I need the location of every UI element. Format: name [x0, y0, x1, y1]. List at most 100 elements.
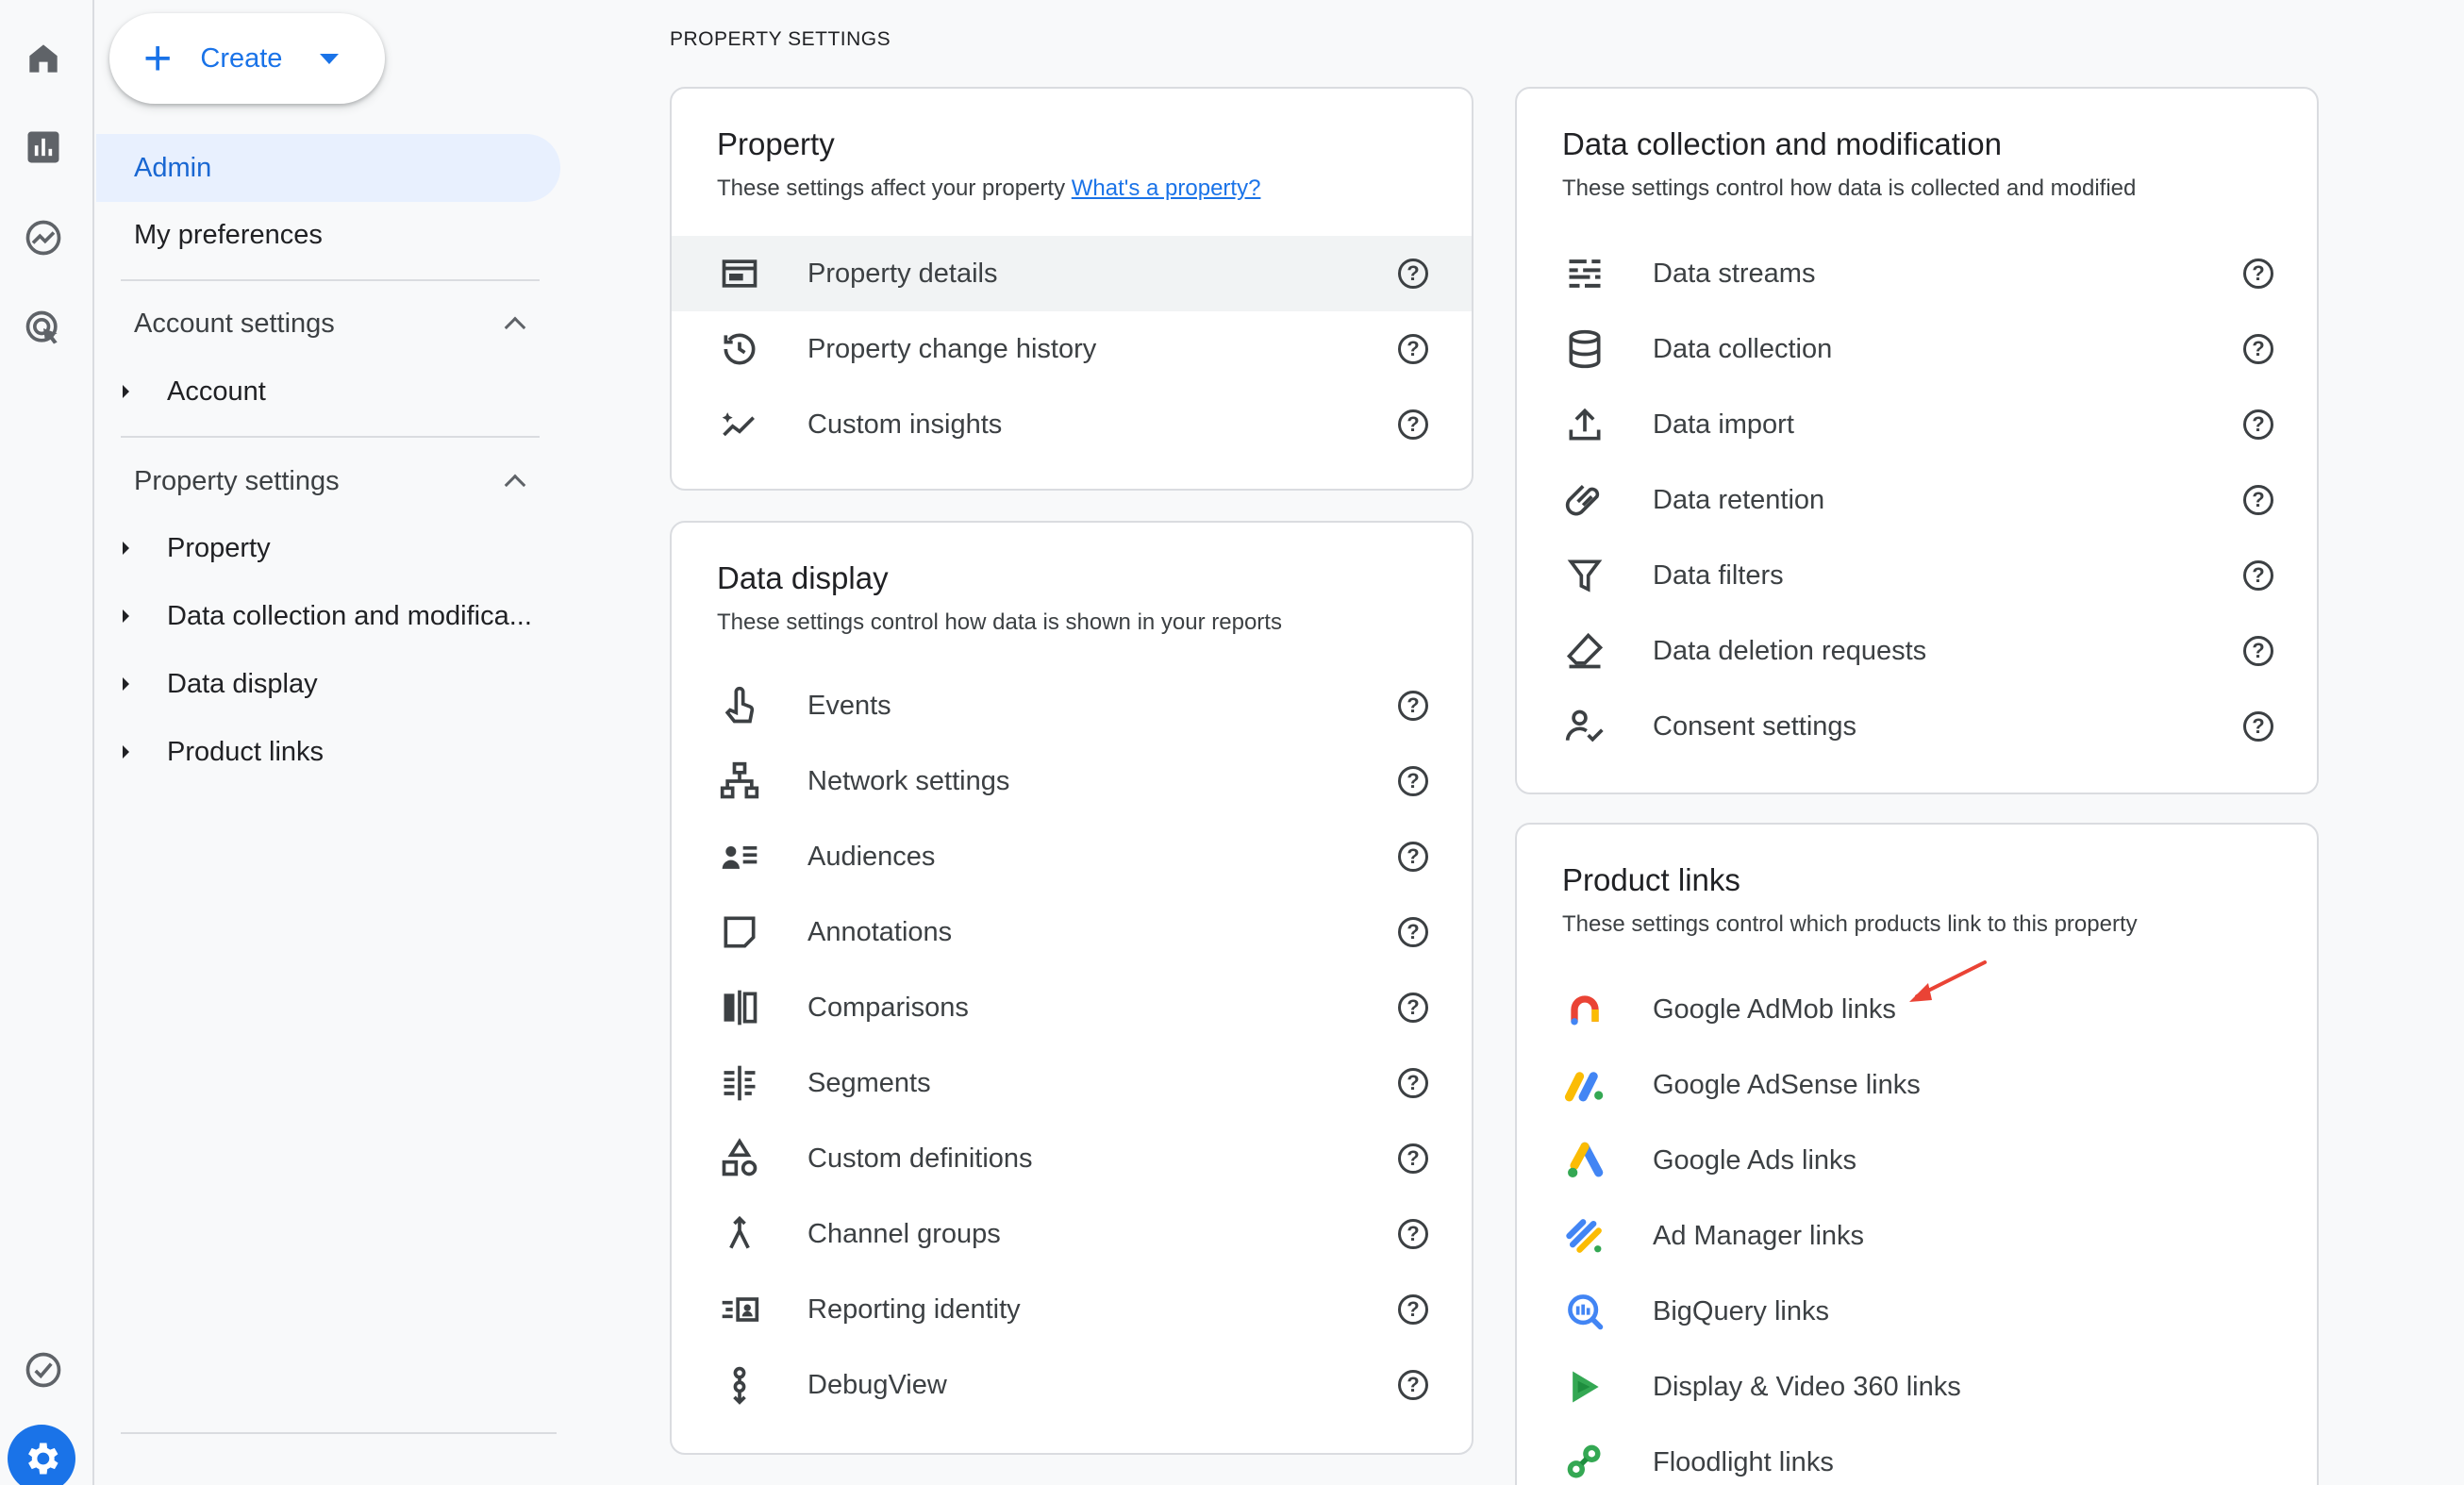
note-icon: [717, 909, 762, 955]
row-data-retention[interactable]: Data retention ?: [1517, 462, 2317, 538]
property-settings-label: Property settings: [134, 465, 340, 496]
row-data-streams[interactable]: Data streams ?: [1517, 236, 2317, 311]
admin-gear-icon[interactable]: [8, 1425, 75, 1485]
row-data-import[interactable]: Data import ?: [1517, 387, 2317, 462]
create-label: Create: [200, 42, 283, 74]
nav-data-display-label: Data display: [167, 668, 318, 699]
expand-arrow-icon: [123, 542, 129, 555]
nav-property[interactable]: Property: [117, 525, 271, 572]
row-label: Property change history: [807, 333, 1097, 364]
help-icon[interactable]: ?: [1398, 259, 1428, 289]
help-icon[interactable]: ?: [2243, 334, 2273, 364]
floodlight-icon: [1562, 1440, 1607, 1485]
account-settings-label: Account settings: [134, 308, 335, 339]
row-ad-manager-links[interactable]: Ad Manager links: [1517, 1198, 2317, 1274]
create-button[interactable]: + Create: [109, 13, 385, 104]
row-audiences[interactable]: Audiences ?: [672, 819, 1472, 894]
row-label: Property details: [807, 258, 998, 289]
row-data-filters[interactable]: Data filters ?: [1517, 538, 2317, 613]
row-label: Consent settings: [1653, 710, 1857, 742]
row-consent-settings[interactable]: Consent settings ?: [1517, 689, 2317, 764]
row-reporting-identity[interactable]: Reporting identity ?: [672, 1272, 1472, 1347]
row-custom-definitions[interactable]: Custom definitions ?: [672, 1121, 1472, 1196]
touch-icon: [717, 683, 762, 728]
expand-arrow-icon: [123, 745, 129, 759]
nav-data-collection[interactable]: Data collection and modifica...: [117, 592, 532, 640]
row-label: Google AdMob links: [1653, 993, 1896, 1025]
annotation-arrow-icon: [1909, 960, 1987, 1002]
row-display-video-360-links[interactable]: Display & Video 360 links: [1517, 1349, 2317, 1425]
paperclip-icon: [1562, 477, 1607, 523]
help-icon[interactable]: ?: [1398, 993, 1428, 1023]
help-icon[interactable]: ?: [1398, 334, 1428, 364]
row-label: Custom insights: [807, 409, 1003, 440]
row-floodlight-links[interactable]: Floodlight links: [1517, 1425, 2317, 1485]
row-label: Data filters: [1653, 559, 1784, 591]
card-title: Data collection and modification: [1562, 126, 2002, 161]
chevron-up-icon: [504, 316, 526, 339]
admob-icon: [1562, 987, 1607, 1032]
account-settings-section[interactable]: Account settings: [134, 300, 540, 347]
nav-admin[interactable]: Admin: [96, 134, 560, 202]
help-icon[interactable]: ?: [2243, 560, 2273, 591]
dropdown-caret-icon: [320, 53, 340, 64]
nav-data-collection-label: Data collection and modifica...: [167, 600, 532, 631]
help-icon[interactable]: ?: [2243, 259, 2273, 289]
row-comparisons[interactable]: Comparisons ?: [672, 970, 1472, 1045]
row-data-deletion-requests[interactable]: Data deletion requests ?: [1517, 613, 2317, 689]
row-label: Data deletion requests: [1653, 635, 1927, 666]
data-collection-card: Data collection and modification These s…: [1515, 87, 2319, 794]
advertising-icon[interactable]: [19, 304, 68, 353]
nav-divider: [121, 1432, 557, 1434]
row-google-adsense-links[interactable]: Google AdSense links: [1517, 1047, 2317, 1123]
row-property-details[interactable]: Property details ?: [672, 236, 1472, 311]
nav-data-display[interactable]: Data display: [117, 660, 318, 708]
row-property-change-history[interactable]: Property change history ?: [672, 311, 1472, 387]
check-circle-icon[interactable]: [19, 1345, 68, 1394]
help-icon[interactable]: ?: [2243, 711, 2273, 742]
row-label: Annotations: [807, 916, 953, 947]
help-icon[interactable]: ?: [1398, 1370, 1428, 1400]
row-google-ads-links[interactable]: Google Ads links: [1517, 1123, 2317, 1198]
row-bigquery-links[interactable]: BigQuery links: [1517, 1274, 2317, 1349]
help-icon[interactable]: ?: [1398, 917, 1428, 947]
help-icon[interactable]: ?: [1398, 842, 1428, 872]
expand-arrow-icon: [123, 385, 129, 398]
help-icon[interactable]: ?: [1398, 1068, 1428, 1098]
row-custom-insights[interactable]: Custom insights ?: [672, 387, 1472, 462]
home-icon[interactable]: [19, 34, 68, 83]
card-title: Data display: [717, 560, 889, 595]
whats-a-property-link[interactable]: What's a property?: [1072, 175, 1261, 201]
help-icon[interactable]: ?: [1398, 766, 1428, 796]
property-details-icon: [717, 251, 762, 296]
explore-icon[interactable]: [19, 213, 68, 262]
row-data-collection[interactable]: Data collection ?: [1517, 311, 2317, 387]
google-ads-icon: [1562, 1138, 1607, 1183]
help-icon[interactable]: ?: [1398, 1294, 1428, 1325]
row-label: Audiences: [807, 841, 936, 872]
row-label: Data collection: [1653, 333, 1833, 364]
help-icon[interactable]: ?: [1398, 1219, 1428, 1249]
help-icon[interactable]: ?: [2243, 409, 2273, 440]
help-icon[interactable]: ?: [2243, 636, 2273, 666]
row-events[interactable]: Events ?: [672, 668, 1472, 743]
help-icon[interactable]: ?: [1398, 409, 1428, 440]
row-segments[interactable]: Segments ?: [672, 1045, 1472, 1121]
nav-my-preferences[interactable]: My preferences: [134, 211, 323, 259]
network-icon: [717, 759, 762, 804]
row-network-settings[interactable]: Network settings ?: [672, 743, 1472, 819]
row-debugview[interactable]: DebugView ?: [672, 1347, 1472, 1423]
nav-account[interactable]: Account: [117, 368, 266, 415]
nav-property-label: Property: [167, 532, 271, 563]
row-channel-groups[interactable]: Channel groups ?: [672, 1196, 1472, 1272]
help-icon[interactable]: ?: [1398, 1143, 1428, 1174]
side-navigation: + Create Admin My preferences Account se…: [96, 0, 568, 1485]
help-icon[interactable]: ?: [2243, 485, 2273, 515]
reports-icon[interactable]: [19, 123, 68, 172]
row-annotations[interactable]: Annotations ?: [672, 894, 1472, 970]
property-settings-section[interactable]: Property settings: [134, 458, 540, 505]
nav-product-links[interactable]: Product links: [117, 728, 324, 776]
property-card: Property These settings affect your prop…: [670, 87, 1473, 491]
left-rail: [0, 0, 94, 1485]
help-icon[interactable]: ?: [1398, 691, 1428, 721]
